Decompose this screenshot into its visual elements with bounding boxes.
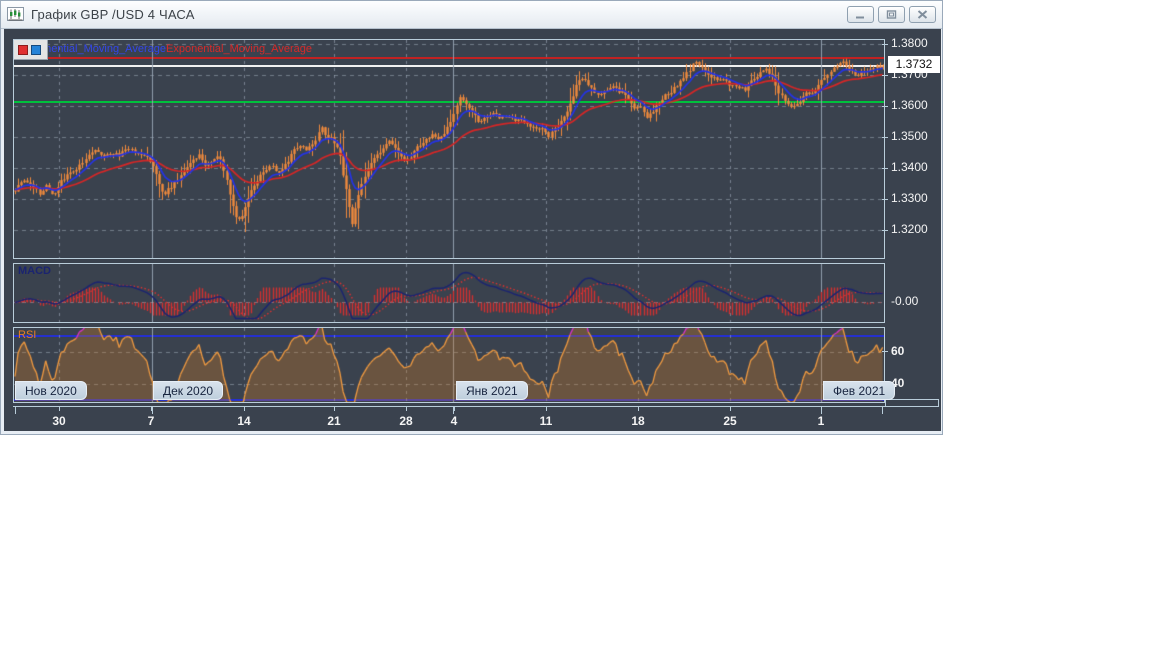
- price-tick-mark: [882, 230, 888, 231]
- current-price-badge: 1.3732: [888, 56, 940, 73]
- time-tick-mark: [59, 406, 60, 411]
- month-badge: Дек 2020: [153, 381, 223, 400]
- time-tick-mark: [454, 406, 455, 411]
- time-axis-major-mark: [152, 406, 153, 414]
- rsi-panel[interactable]: RSI: [13, 327, 885, 403]
- time-tick-mark: [730, 406, 731, 411]
- price-tick-label: 1.3800: [891, 36, 928, 50]
- price-tick-mark: [882, 168, 888, 169]
- chart-client-area: Exponential_Moving_Average Exponential_M…: [4, 29, 941, 431]
- legend-ema-slow: Exponential_Moving_Average: [166, 43, 312, 55]
- window-controls: [847, 6, 936, 23]
- price-tick-label: 1.3500: [891, 129, 928, 143]
- maximize-button[interactable]: [878, 6, 905, 23]
- time-tick-label: 7: [134, 414, 168, 428]
- macd-zero-label: -0.00: [891, 294, 918, 308]
- month-badge: Фев 2021: [823, 381, 895, 400]
- rsi-label: RSI: [18, 329, 36, 341]
- close-icon: [917, 10, 928, 19]
- rsi-tick-mark: [882, 351, 888, 352]
- time-tick-mark: [244, 406, 245, 411]
- price-tick-label: 1.3600: [891, 98, 928, 112]
- time-axis-major-mark: [453, 406, 454, 414]
- month-badge: Нов 2020: [15, 381, 87, 400]
- time-tick-label: 11: [529, 414, 563, 428]
- price-tick-mark: [882, 137, 888, 138]
- time-tick-label: 21: [317, 414, 351, 428]
- window-title: График GBP /USD 4 ЧАСА: [31, 7, 195, 22]
- time-tick-label: 25: [713, 414, 747, 428]
- minimize-button[interactable]: [847, 6, 874, 23]
- maximize-icon: [886, 10, 897, 19]
- candlestick-canvas[interactable]: [14, 40, 884, 258]
- time-tick-label: 28: [389, 414, 423, 428]
- time-axis-major-mark: [882, 406, 883, 414]
- minimize-icon: [855, 10, 866, 19]
- macd-panel[interactable]: MACD: [13, 263, 885, 323]
- time-tick-mark: [546, 406, 547, 411]
- time-tick-label: 1: [804, 414, 838, 428]
- chart-window: График GBP /USD 4 ЧАСА: [0, 0, 943, 435]
- price-tick-mark: [882, 106, 888, 107]
- price-tick-mark: [882, 44, 888, 45]
- price-panel[interactable]: Exponential_Moving_Average Exponential_M…: [13, 39, 885, 259]
- rsi-tick-label: 60: [891, 344, 904, 358]
- indicator-buttons: [14, 40, 48, 60]
- price-tick-label: 1.3300: [891, 191, 928, 205]
- time-tick-label: 14: [227, 414, 261, 428]
- blue-indicator-button[interactable]: [31, 45, 41, 55]
- rsi-canvas[interactable]: [14, 328, 884, 402]
- red-indicator-button[interactable]: [18, 45, 28, 55]
- title-bar[interactable]: График GBP /USD 4 ЧАСА: [1, 1, 942, 29]
- price-tick-mark: [882, 199, 888, 200]
- time-tick-label: 4: [437, 414, 471, 428]
- macd-canvas[interactable]: [14, 264, 884, 322]
- time-tick-label: 30: [42, 414, 76, 428]
- time-axis: 30 7 14 21 28 4 11 18 25 1: [4, 403, 941, 431]
- time-tick-mark: [334, 406, 335, 411]
- month-badge: Янв 2021: [456, 381, 528, 400]
- time-tick-label: 18: [621, 414, 655, 428]
- macd-label: MACD: [18, 265, 51, 277]
- chart-icon: [7, 7, 25, 22]
- time-axis-major-mark: [15, 406, 16, 414]
- price-tick-label: 1.3200: [891, 222, 928, 236]
- close-button[interactable]: [909, 6, 936, 23]
- price-tick-mark: [882, 75, 888, 76]
- time-tick-mark: [638, 406, 639, 411]
- price-tick-label: 1.3400: [891, 160, 928, 174]
- time-axis-major-mark: [821, 406, 822, 414]
- time-tick-mark: [406, 406, 407, 411]
